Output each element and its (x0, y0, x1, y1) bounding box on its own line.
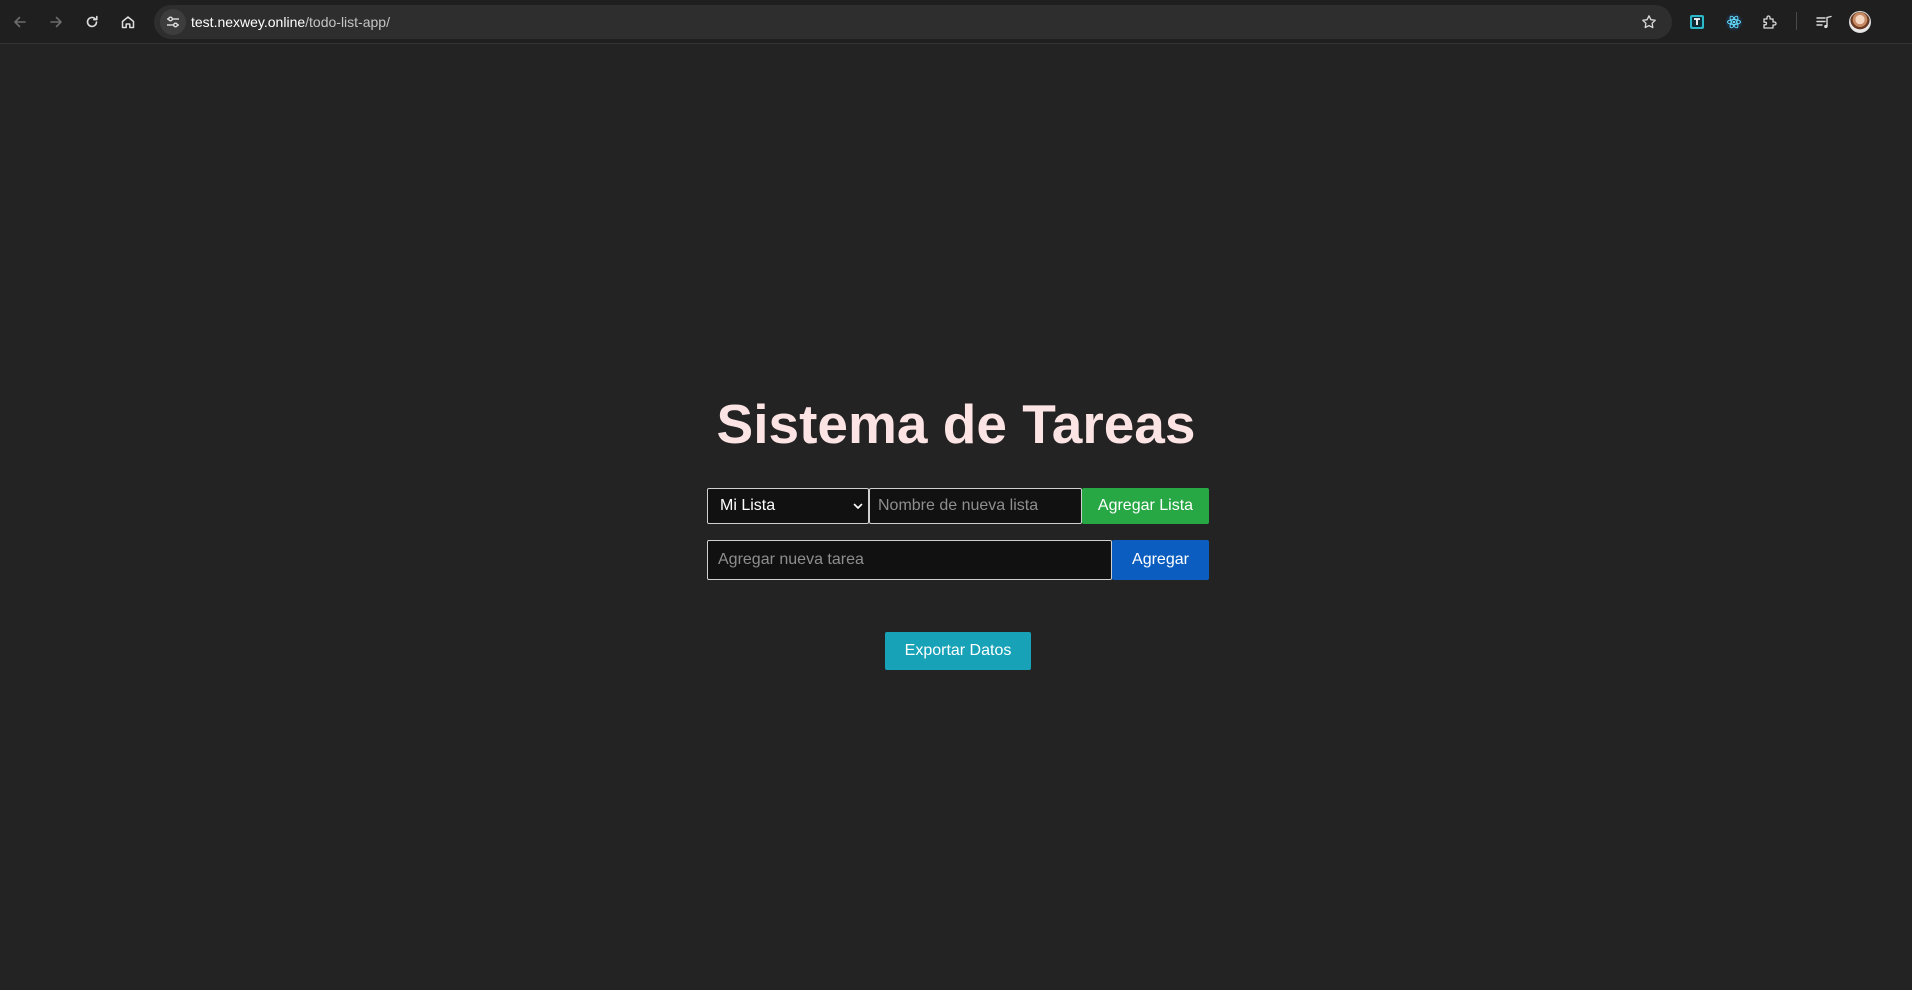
url-path: /todo-list-app/ (305, 14, 390, 30)
forward-arrow-icon (50, 16, 62, 28)
url-text[interactable]: test.nexwey.online/todo-list-app/ (191, 5, 390, 39)
export-data-button[interactable]: Exportar Datos (885, 632, 1031, 670)
new-list-name-placeholder: Nombre de nueva lista (878, 497, 1039, 514)
forward-button[interactable] (42, 8, 70, 36)
back-button[interactable] (6, 8, 34, 36)
page-title: Sistema de Tareas (716, 393, 1196, 455)
add-list-button[interactable]: Agregar Lista (1082, 488, 1209, 524)
extensions-button[interactable] (1757, 9, 1783, 35)
media-controls-button[interactable] (1811, 9, 1837, 35)
star-icon (1642, 15, 1656, 29)
address-bar[interactable]: test.nexwey.online/todo-list-app/ (154, 5, 1672, 39)
list-select[interactable]: Mi Lista (707, 488, 869, 524)
toolbar-divider (1796, 12, 1797, 30)
back-arrow-icon (14, 16, 26, 28)
new-list-name-input[interactable]: Nombre de nueva lista (869, 488, 1082, 524)
chevron-down-icon (853, 503, 863, 509)
react-icon (1725, 13, 1743, 31)
browser-toolbar: test.nexwey.online/todo-list-app/ (0, 0, 1912, 44)
playlist-music-icon (1816, 15, 1832, 29)
t-extension-icon (1690, 15, 1704, 29)
site-info-button[interactable] (160, 9, 186, 35)
add-task-button[interactable]: Agregar (1112, 540, 1209, 580)
todo-app: Sistema de Tareas Mi Lista Nombre de nue… (0, 44, 1912, 990)
list-select-value: Mi Lista (720, 497, 776, 514)
reload-icon (86, 15, 98, 28)
url-host: test.nexwey.online (191, 14, 306, 30)
puzzle-icon (1763, 15, 1777, 29)
home-icon (121, 16, 135, 29)
extension-react-button[interactable] (1721, 9, 1747, 35)
home-button[interactable] (114, 8, 142, 36)
tune-icon (167, 16, 179, 28)
reload-button[interactable] (78, 8, 106, 36)
new-task-placeholder: Agregar nueva tarea (718, 551, 864, 568)
bookmark-button[interactable] (1636, 9, 1662, 35)
extension-t-button[interactable] (1684, 9, 1710, 35)
profile-avatar[interactable] (1849, 11, 1871, 33)
new-task-input[interactable]: Agregar nueva tarea (707, 540, 1112, 580)
